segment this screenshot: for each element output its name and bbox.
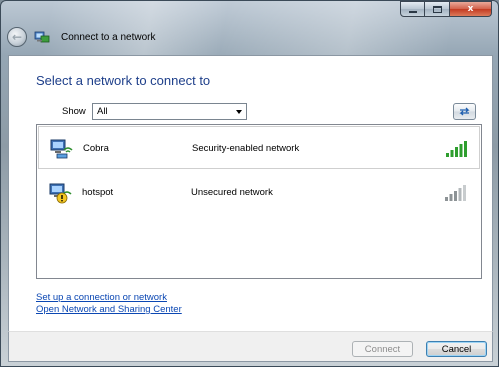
close-button[interactable]: x	[450, 1, 492, 17]
refresh-arrows-icon	[459, 107, 470, 116]
minimize-icon	[408, 11, 417, 13]
window-title: Connect to a network	[61, 32, 156, 43]
back-button[interactable]: ←	[7, 27, 27, 47]
signal-strength-icon	[446, 141, 467, 157]
links-area: Set up a connection or network Open Netw…	[36, 292, 182, 316]
wireless-network-icon	[50, 139, 73, 159]
page-heading: Select a network to connect to	[36, 73, 211, 88]
button-bar: Connect Cancel	[8, 331, 493, 362]
minimize-button[interactable]	[400, 1, 425, 17]
signal-strength-icon	[445, 185, 466, 201]
refresh-button[interactable]	[453, 103, 476, 120]
show-label: Show	[62, 106, 86, 117]
close-icon: x	[467, 4, 474, 14]
show-filter-value: All	[97, 106, 108, 117]
dropdown-arrow-icon	[236, 110, 242, 114]
network-row-hotspot[interactable]: hotspot Unsecured network	[38, 171, 480, 214]
sharing-center-link[interactable]: Open Network and Sharing Center	[36, 304, 182, 316]
network-row-cobra[interactable]: Cobra Security-enabled network	[38, 126, 480, 169]
show-filter-select[interactable]: All	[92, 103, 247, 120]
setup-connection-link[interactable]: Set up a connection or network	[36, 292, 182, 304]
content-pane: Select a network to connect to Show All	[8, 55, 493, 331]
unsecured-network-icon	[49, 183, 72, 204]
network-security: Unsecured network	[191, 187, 273, 198]
back-arrow-icon: ←	[11, 30, 23, 44]
dialog-window: x ← Connect to a network Select a networ…	[0, 0, 499, 367]
network-security: Security-enabled network	[192, 143, 300, 154]
cancel-button[interactable]: Cancel	[426, 341, 487, 357]
network-wizard-icon	[34, 31, 50, 43]
network-name: hotspot	[82, 187, 114, 198]
maximize-button[interactable]	[425, 1, 450, 17]
connect-button[interactable]: Connect	[352, 341, 413, 357]
network-list: Cobra Security-enabled network hotspot U…	[36, 124, 482, 279]
window-controls: x	[400, 1, 492, 17]
maximize-icon	[432, 5, 442, 13]
network-name: Cobra	[83, 143, 109, 154]
